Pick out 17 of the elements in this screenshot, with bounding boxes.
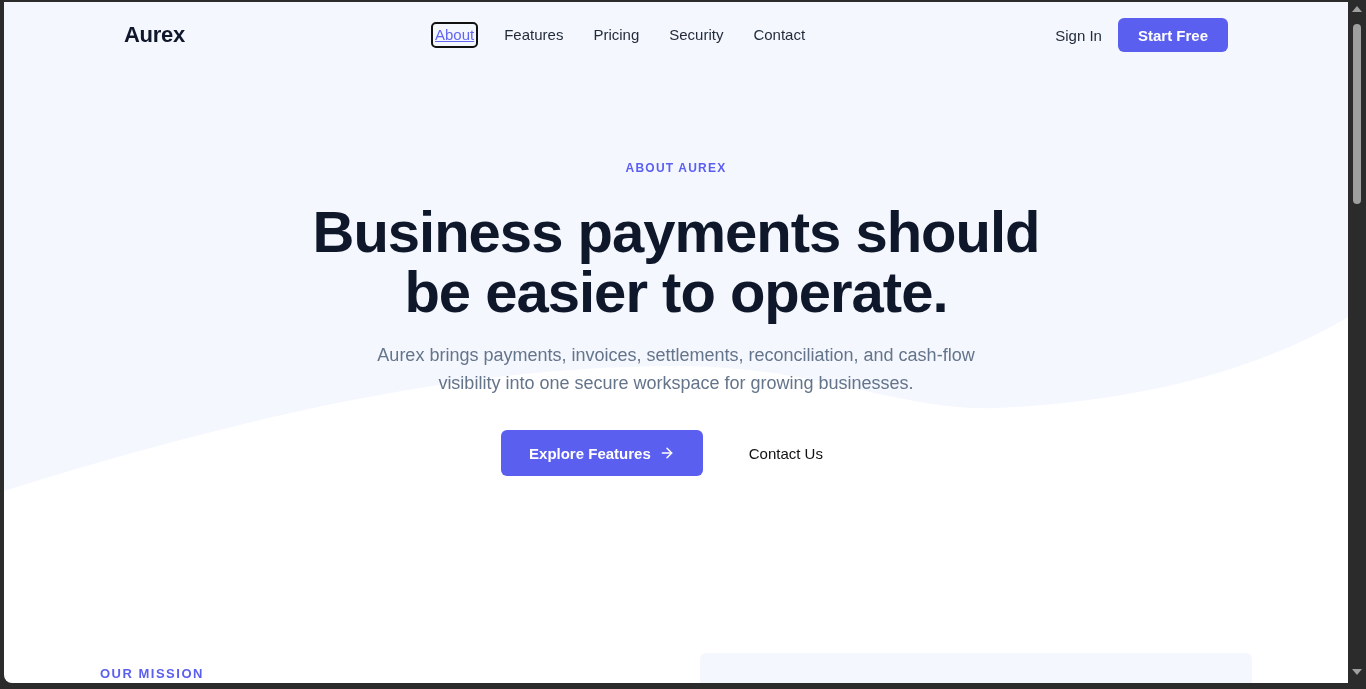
nav-link[interactable]: Pricing bbox=[591, 24, 642, 46]
section-eyebrow: ABOUT AUREX bbox=[625, 160, 727, 176]
nav-link[interactable]: Features bbox=[502, 24, 566, 46]
nav-link[interactable]: Contact bbox=[751, 24, 808, 46]
section-eyebrow: OUR MISSION bbox=[100, 665, 204, 683]
explore-features-button[interactable]: Explore Features bbox=[501, 430, 703, 476]
scroll-down-icon[interactable] bbox=[1352, 669, 1362, 675]
aurex-logo[interactable]: Aurex bbox=[124, 22, 185, 48]
hero-heading: Business payments should be easier to operate. bbox=[311, 202, 1041, 322]
nav-link[interactable]: About bbox=[433, 24, 477, 46]
contact-us-button[interactable]: Contact Us bbox=[720, 430, 851, 476]
scroll-up-icon[interactable] bbox=[1352, 6, 1362, 12]
nav-link[interactable]: Security bbox=[667, 24, 726, 46]
hero-description: Aurex brings payments, invoices, settlements, reconciliation, and cash-flow visibility into one secure workspace for growing businesses. bbox=[376, 344, 976, 395]
start-free-button[interactable]: Start Free bbox=[1117, 18, 1228, 52]
sign-in-link[interactable]: Sign In bbox=[1055, 26, 1102, 44]
scrollbar-thumb[interactable] bbox=[1353, 24, 1361, 204]
